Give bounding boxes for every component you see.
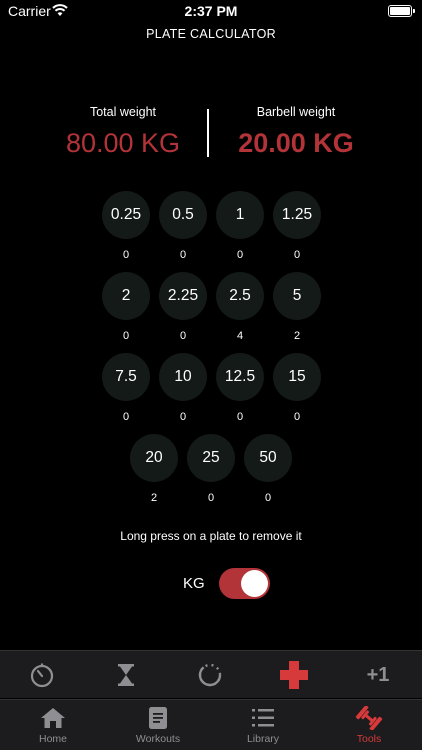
toggle-knob <box>241 570 268 597</box>
plate-item[interactable]: 10 0 <box>159 353 207 423</box>
barbell-weight-value[interactable]: 20.00 KG <box>201 128 391 159</box>
unit-toggle-row: KG <box>0 568 422 600</box>
total-weight-value: 80.00 KG <box>65 128 181 158</box>
plate-item[interactable]: 7.5 0 <box>102 353 150 423</box>
plate-item[interactable]: 0.25 0 <box>102 191 150 261</box>
status-bar: Carrier 2:37 PM <box>0 0 422 22</box>
battery-icon <box>388 5 415 17</box>
plate-count: 0 <box>236 249 244 261</box>
plate-button[interactable]: 20 <box>130 434 178 482</box>
plus-one-icon: +1 <box>366 663 390 686</box>
unit-label: KG <box>183 575 205 592</box>
plate-button[interactable]: 2 <box>102 272 150 320</box>
plate-count: 0 <box>122 411 130 423</box>
plate-row: 0.25 0 0.5 0 1 0 1.25 0 <box>0 191 422 272</box>
plate-item[interactable]: 5 2 <box>273 272 321 342</box>
barbell-weight[interactable]: Barbell weight 20.00 KG <box>201 100 391 159</box>
plate-count: 0 <box>236 411 244 423</box>
plate-count: 4 <box>236 330 244 342</box>
plate-count: 2 <box>293 330 301 342</box>
plate-button[interactable]: 15 <box>273 353 321 401</box>
plate-button[interactable]: 50 <box>244 434 292 482</box>
stopwatch-icon <box>30 663 54 688</box>
plate-count: 0 <box>207 492 215 504</box>
tab-library-label: Library <box>246 733 280 745</box>
plate-count: 0 <box>264 492 272 504</box>
tab-library[interactable]: Library <box>228 706 298 745</box>
plate-item[interactable]: 15 0 <box>273 353 321 423</box>
plate-button[interactable]: 1 <box>216 191 264 239</box>
plate-item[interactable]: 2 0 <box>102 272 150 342</box>
status-time: 2:37 PM <box>184 3 238 19</box>
home-icon <box>41 708 65 728</box>
tab-workouts[interactable]: Workouts <box>123 706 193 745</box>
tool-bar: +1 <box>0 650 422 698</box>
unit-toggle[interactable] <box>219 568 270 599</box>
plate-row: 20 2 25 0 50 0 <box>0 434 422 515</box>
plate-item[interactable]: 2.25 0 <box>159 272 207 342</box>
plate-button[interactable]: 12.5 <box>216 353 264 401</box>
plate-count: 2 <box>150 492 158 504</box>
hourglass-tool[interactable] <box>108 658 144 692</box>
plate-item[interactable]: 12.5 0 <box>216 353 264 423</box>
stopwatch-tool[interactable] <box>24 658 60 692</box>
plate-count: 0 <box>122 249 130 261</box>
plate-grid: 0.25 0 0.5 0 1 0 1.25 0 2 0 2.25 0 2.5 4 <box>0 191 422 515</box>
plus-one-tool[interactable]: +1 <box>360 658 396 692</box>
plate-button[interactable]: 5 <box>273 272 321 320</box>
weights-summary: Total weight 80.00 KG Barbell weight 20.… <box>0 100 422 160</box>
total-weight: Total weight 80.00 KG <box>28 100 218 159</box>
plate-count: 0 <box>179 411 187 423</box>
plate-count: 0 <box>122 330 130 342</box>
hint-text: Long press on a plate to remove it <box>120 529 302 543</box>
plate-button[interactable]: 2.25 <box>159 272 207 320</box>
total-weight-label: Total weight <box>89 105 156 119</box>
page-title: PLATE CALCULATOR <box>146 27 276 41</box>
plate-item[interactable]: 2.5 4 <box>216 272 264 342</box>
plate-count: 0 <box>179 330 187 342</box>
plate-button[interactable]: 10 <box>159 353 207 401</box>
circular-timer-tool[interactable] <box>192 658 228 692</box>
plate-button[interactable]: 0.25 <box>102 191 150 239</box>
plate-count: 0 <box>293 411 301 423</box>
plate-button[interactable]: 1.25 <box>273 191 321 239</box>
plate-row: 2 0 2.25 0 2.5 4 5 2 <box>0 272 422 353</box>
plate-button[interactable]: 25 <box>187 434 235 482</box>
hourglass-icon <box>118 664 134 686</box>
plate-calculator-tool[interactable] <box>276 658 312 692</box>
barbell-weight-label: Barbell weight <box>256 105 336 119</box>
plate-button[interactable]: 7.5 <box>102 353 150 401</box>
tab-workouts-label: Workouts <box>135 733 181 745</box>
plate-item[interactable]: 25 0 <box>187 434 235 504</box>
tab-home[interactable]: Home <box>18 706 88 745</box>
tab-tools-label: Tools <box>356 733 382 745</box>
plate-item[interactable]: 50 0 <box>244 434 292 504</box>
tab-tools[interactable]: Tools <box>334 706 404 745</box>
plate-count: 0 <box>293 249 301 261</box>
plate-item[interactable]: 1 0 <box>216 191 264 261</box>
list-icon <box>252 709 274 727</box>
plate-item[interactable]: 0.5 0 <box>159 191 207 261</box>
tab-bar: Home Workouts Library Tools <box>0 699 422 750</box>
plate-count: 0 <box>179 249 187 261</box>
medical-cross-icon <box>280 661 308 689</box>
document-icon <box>149 707 167 729</box>
plate-button[interactable]: 0.5 <box>159 191 207 239</box>
plate-item[interactable]: 1.25 0 <box>273 191 321 261</box>
plate-item[interactable]: 20 2 <box>130 434 178 504</box>
plate-row: 7.5 0 10 0 12.5 0 15 0 <box>0 353 422 434</box>
dumbbell-icon <box>355 706 383 730</box>
circular-timer-icon <box>198 663 222 687</box>
tab-home-label: Home <box>38 733 67 745</box>
plate-button[interactable]: 2.5 <box>216 272 264 320</box>
